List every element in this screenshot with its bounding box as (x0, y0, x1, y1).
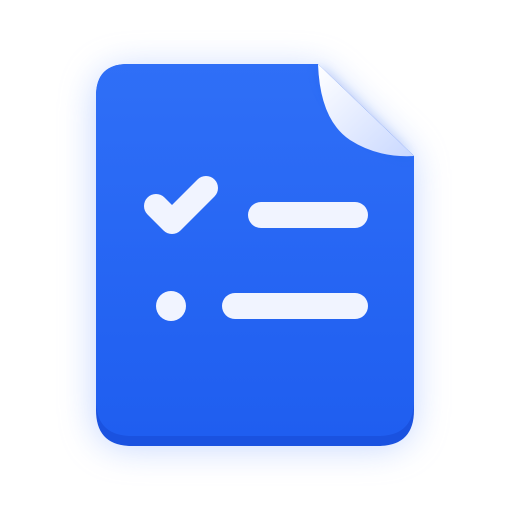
checklist-line-1 (248, 202, 368, 228)
app-icon-canvas (0, 0, 512, 512)
bullet-dot-icon (156, 291, 186, 321)
checklist-line-2 (222, 293, 368, 319)
checklist-document-icon (96, 64, 414, 446)
